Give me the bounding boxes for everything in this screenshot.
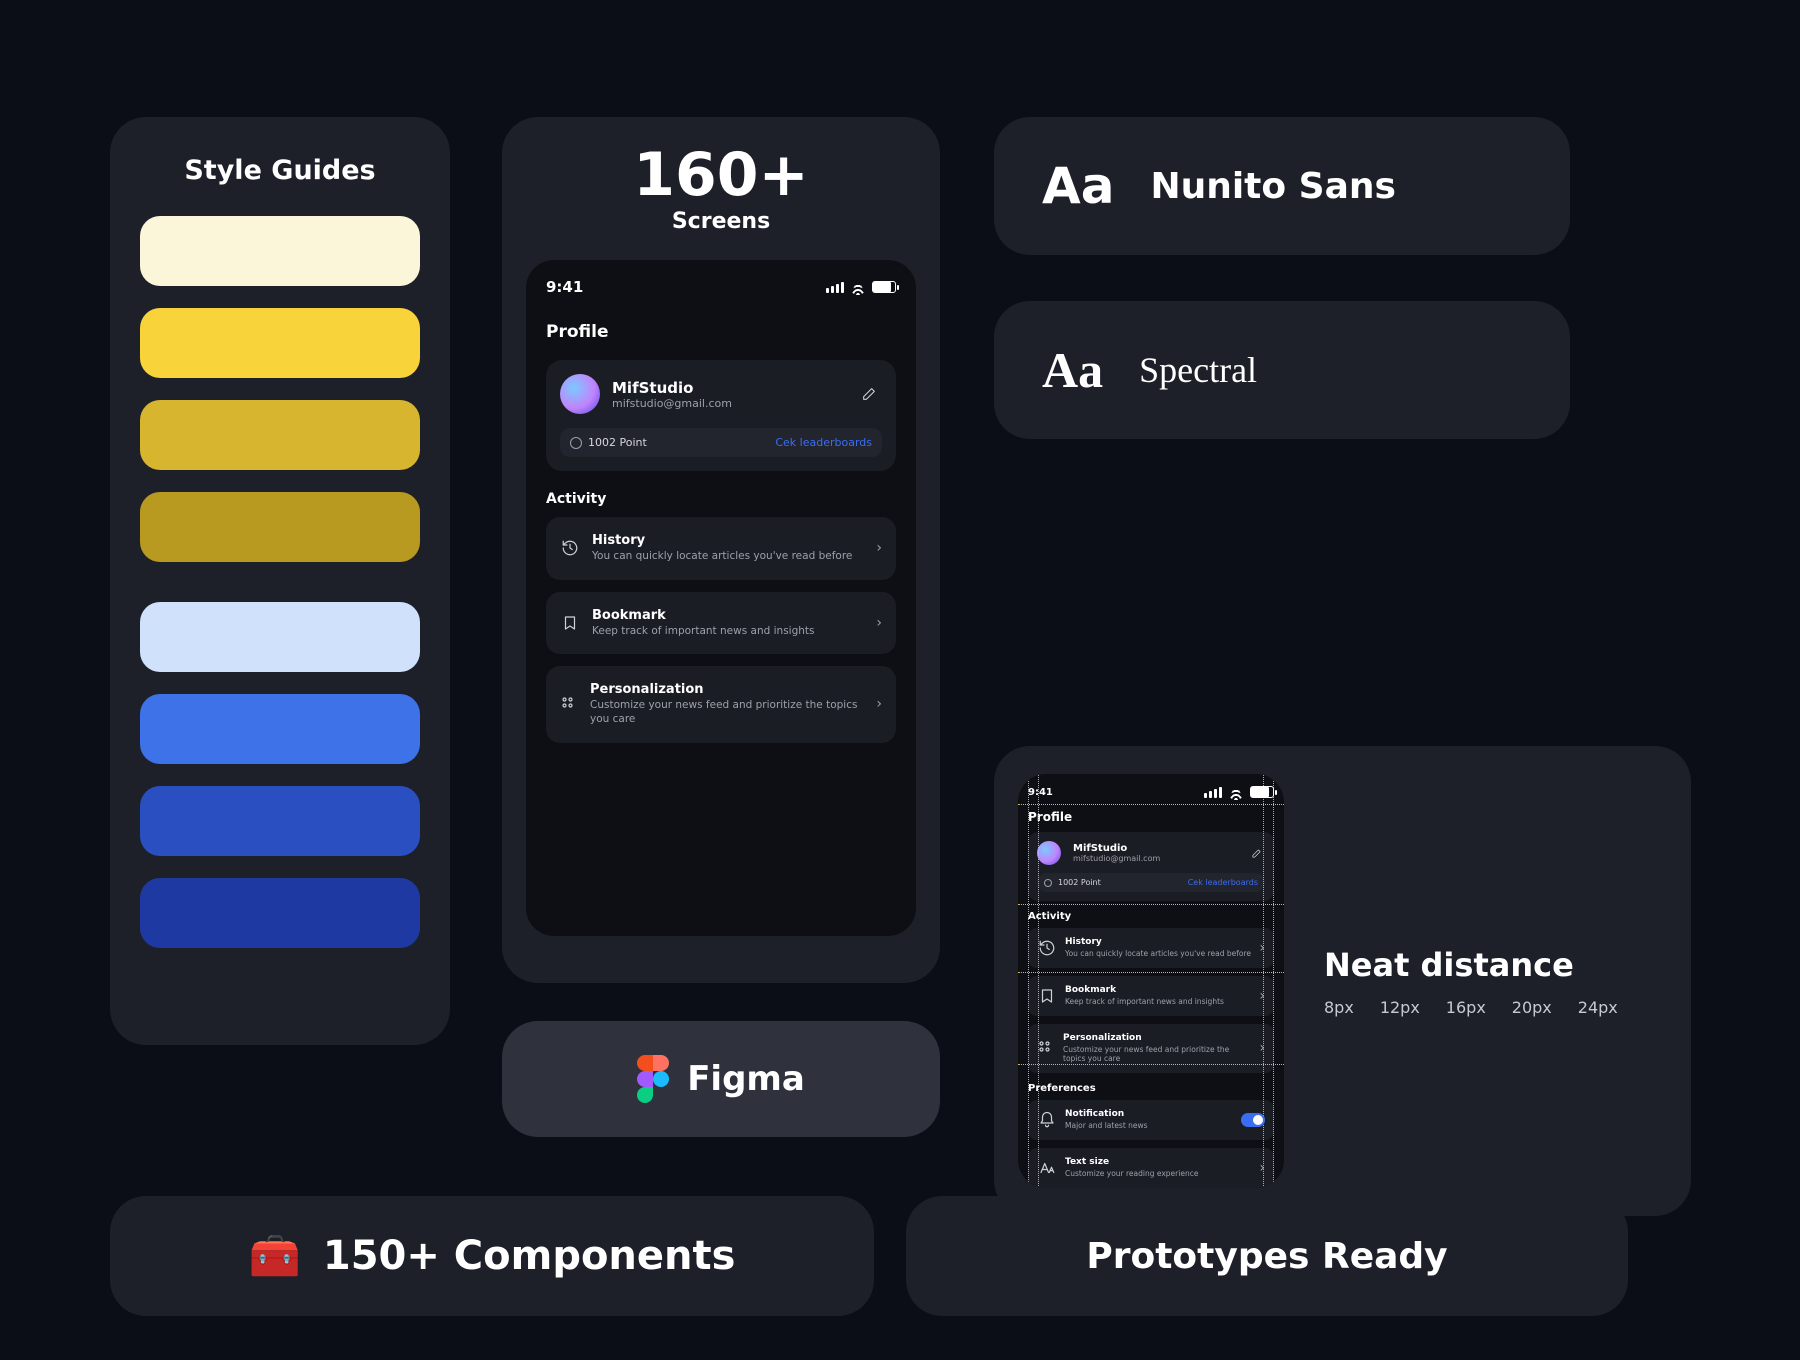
phone-mock-large: 9:41 Profile MifStudio mifstudio@gmail.c…: [526, 260, 916, 936]
spacing-value: 24px: [1578, 998, 1618, 1017]
screens-card: 160+ Screens 9:41 Profile MifStudio mifs…: [502, 117, 940, 983]
bell-icon: [1037, 1110, 1057, 1130]
status-bar: 9:41: [546, 278, 896, 296]
spacing-values: 8px 12px 16px 20px 24px: [1324, 998, 1655, 1017]
chevron-right-icon: ›: [1259, 1160, 1265, 1176]
font-name-sans: Nunito Sans: [1150, 166, 1395, 207]
phone-mock-small: 20 px 24 px 12 px 16 px 9:41 Profile: [1018, 774, 1284, 1188]
edit-icon[interactable]: [856, 381, 882, 407]
spacing-value: 16px: [1446, 998, 1486, 1017]
list-item[interactable]: Text sizeCustomize your reading experien…: [1028, 1148, 1274, 1188]
style-guides-title: Style Guides: [140, 155, 420, 186]
spacing-value: 20px: [1512, 998, 1552, 1017]
spacing-annotation: 24 px: [1018, 904, 1284, 905]
prototypes-label: Prototypes Ready: [1086, 1236, 1447, 1277]
font-sample-serif: Aa: [1042, 341, 1103, 399]
font-sample-sans: Aa: [1042, 157, 1114, 215]
profile-email: mifstudio@gmail.com: [612, 397, 732, 410]
profile-card[interactable]: MifStudio mifstudio@gmail.com 1002 Point…: [546, 360, 896, 471]
neat-distance-block: Neat distance 8px 12px 16px 20px 24px: [1324, 946, 1655, 1017]
points-row[interactable]: 1002 Point Cek leaderboards: [560, 428, 882, 457]
prototypes-card: Prototypes Ready: [906, 1196, 1628, 1316]
color-swatch: [140, 492, 420, 562]
figma-logo-icon: [637, 1055, 669, 1103]
screens-headline: 160+: [526, 145, 916, 205]
status-icons: [826, 279, 896, 295]
color-swatch: [140, 216, 420, 286]
color-swatch: [140, 878, 420, 948]
list-item[interactable]: BookmarkKeep track of important news and…: [1028, 976, 1274, 1016]
chevron-right-icon: ›: [1259, 988, 1265, 1004]
text-icon: [1037, 1158, 1057, 1178]
color-swatch: [140, 602, 420, 672]
figma-card: Figma: [502, 1021, 940, 1137]
bookmark-icon: [1037, 986, 1057, 1006]
wifi-icon: [850, 279, 866, 295]
figma-label: Figma: [687, 1059, 805, 1099]
profile-name: MifStudio: [612, 379, 732, 397]
spacing-value: 8px: [1324, 998, 1354, 1017]
chevron-right-icon: ›: [1259, 940, 1265, 956]
activity-heading: Activity: [546, 491, 896, 507]
color-swatch: [140, 694, 420, 764]
font-name-serif: Spectral: [1139, 349, 1257, 391]
coin-icon: [570, 437, 582, 449]
list-item[interactable]: PersonalizationCustomize your news feed …: [546, 666, 896, 742]
chevron-right-icon: ›: [876, 540, 882, 556]
list-item[interactable]: NotificationMajor and latest news: [1028, 1100, 1274, 1140]
chevron-right-icon: ›: [876, 696, 882, 712]
history-icon: [560, 538, 580, 558]
list-item[interactable]: HistoryYou can quickly locate articles y…: [546, 517, 896, 580]
toggle[interactable]: [1241, 1113, 1265, 1127]
components-label: 150+ Components: [323, 1233, 736, 1279]
list-item[interactable]: HistoryYou can quickly locate articles y…: [1028, 928, 1274, 968]
avatar: [560, 374, 600, 414]
page-title: Profile: [546, 322, 896, 342]
color-swatch: [140, 400, 420, 470]
leaderboards-link[interactable]: Cek leaderboards: [775, 436, 872, 449]
signal-icon: [826, 281, 844, 293]
list-item[interactable]: PersonalizationCustomize your news feed …: [1028, 1024, 1274, 1074]
list-item[interactable]: BookmarkKeep track of important news and…: [546, 592, 896, 655]
color-swatch: [140, 308, 420, 378]
toolbox-icon: 🧰: [249, 1231, 301, 1281]
grid-icon: [1037, 1038, 1055, 1058]
status-time: 9:41: [546, 278, 583, 296]
font-card-sans: Aa Nunito Sans: [994, 117, 1570, 255]
history-icon: [1037, 938, 1057, 958]
components-card: 🧰 150+ Components: [110, 1196, 874, 1316]
style-guides-card: Style Guides: [110, 117, 450, 1045]
chevron-right-icon: ›: [876, 615, 882, 631]
spacing-annotation: 20 px: [1018, 804, 1284, 805]
screens-sub: Screens: [526, 209, 916, 234]
color-swatch: [140, 786, 420, 856]
neat-distance-title: Neat distance: [1324, 946, 1655, 984]
battery-icon: [872, 281, 896, 293]
chevron-right-icon: ›: [1259, 1040, 1265, 1056]
bookmark-icon: [560, 613, 580, 633]
spacing-card: 20 px 24 px 12 px 16 px 9:41 Profile: [994, 746, 1691, 1216]
grid-icon: [560, 694, 578, 714]
spacing-value: 12px: [1380, 998, 1420, 1017]
font-card-serif: Aa Spectral: [994, 301, 1570, 439]
